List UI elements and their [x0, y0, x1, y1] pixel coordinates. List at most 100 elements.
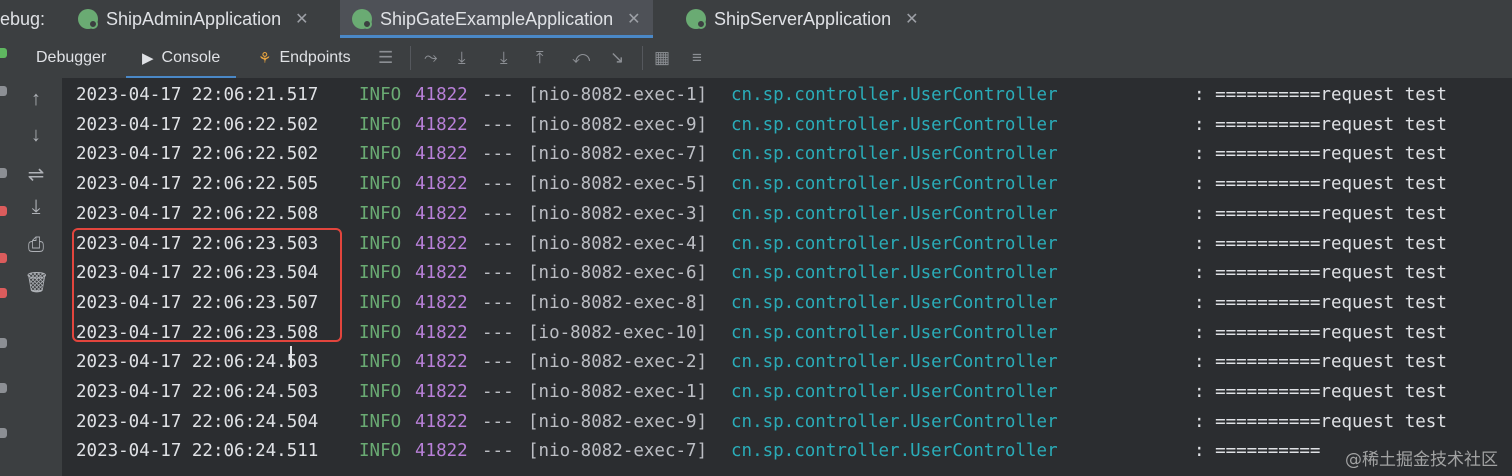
- tab-label: ShipServerApplication: [714, 8, 892, 29]
- log-separator: ---: [482, 352, 514, 373]
- log-thread: [nio-8082-exec-9]: [528, 114, 708, 135]
- log-logger: cn.sp.controller.UserController: [731, 174, 1058, 195]
- log-message: : ==========request test: [1194, 174, 1447, 195]
- log-level: INFO: [359, 174, 402, 195]
- left-gutter: [0, 38, 10, 476]
- stop-icon[interactable]: [0, 206, 7, 216]
- tab-endpoints[interactable]: ⚘ Endpoints: [258, 38, 351, 78]
- log-pid: 41822: [415, 441, 468, 462]
- step-over-icon[interactable]: ⤓: [458, 48, 466, 68]
- log-level: INFO: [359, 85, 402, 105]
- endpoints-icon: ⚘: [258, 50, 272, 67]
- close-icon[interactable]: ✕: [627, 9, 640, 29]
- log-logger: cn.sp.controller.UserController: [731, 382, 1058, 402]
- log-message: : ==========request test: [1194, 322, 1447, 343]
- log-logger: cn.sp.controller.UserController: [731, 263, 1058, 284]
- log-message: : ==========request test: [1194, 352, 1447, 373]
- log-timestamp: 2023-04-17 22:06:24.504: [76, 411, 319, 432]
- tab-ship-server-application[interactable]: ShipServerApplication ✕: [686, 0, 919, 38]
- tab-console[interactable]: ▶ Console: [126, 38, 237, 79]
- log-thread: [nio-8082-exec-5]: [528, 174, 708, 195]
- log-separator: ---: [482, 85, 514, 105]
- log-logger: cn.sp.controller.UserController: [731, 352, 1058, 373]
- layout-icon[interactable]: ☰: [378, 48, 393, 68]
- log-line: 2023-04-17 22:06:22.502 INFO 41822 --- [nio-…: [62, 111, 1512, 141]
- log-pid: 41822: [415, 263, 468, 284]
- tab-ship-gate-example-application[interactable]: ShipGateExampleApplication ✕: [340, 0, 653, 38]
- print-icon[interactable]: ⎙: [24, 234, 48, 257]
- evaluate-expression-icon[interactable]: ▦: [654, 48, 670, 68]
- log-logger: cn.sp.controller.UserController: [731, 144, 1058, 165]
- log-timestamp: 2023-04-17 22:06:22.502: [76, 114, 319, 135]
- log-separator: ---: [482, 292, 514, 313]
- log-thread: [nio-8082-exec-7]: [528, 441, 708, 462]
- arrow-down-icon[interactable]: ↓: [24, 124, 48, 147]
- log-separator: ---: [482, 441, 514, 462]
- log-thread: [nio-8082-exec-3]: [528, 203, 708, 224]
- log-line: 2023-04-17 22:06:24.503 INFO 41822 --- [nio-…: [62, 378, 1512, 408]
- log-logger: cn.sp.controller.UserController: [731, 292, 1058, 313]
- view-breakpoints-icon[interactable]: [0, 253, 7, 263]
- log-message: : ==========: [1194, 441, 1321, 462]
- tab-debugger[interactable]: Debugger: [36, 38, 106, 78]
- log-separator: ---: [482, 144, 514, 165]
- log-level: INFO: [359, 203, 402, 224]
- log-separator: ---: [482, 114, 514, 135]
- step-into-icon[interactable]: ⤓: [500, 48, 508, 68]
- log-line: 2023-04-17 22:06:22.508 INFO 41822 --- [nio-…: [62, 200, 1512, 230]
- log-pid: 41822: [415, 203, 468, 224]
- log-thread: [nio-8082-exec-1]: [528, 85, 708, 105]
- scroll-to-end-icon[interactable]: ⤓: [24, 196, 48, 219]
- mute-breakpoints-icon[interactable]: [0, 288, 7, 298]
- log-pid: 41822: [415, 233, 468, 254]
- log-pid: 41822: [415, 322, 468, 343]
- log-separator: ---: [482, 263, 514, 284]
- log-timestamp: 2023-04-17 22:06:22.508: [76, 203, 319, 224]
- log-level: INFO: [359, 114, 402, 135]
- arrow-up-icon[interactable]: ↑: [24, 88, 48, 111]
- log-separator: ---: [482, 174, 514, 195]
- pin-icon[interactable]: [0, 428, 7, 438]
- rerun-icon[interactable]: [0, 86, 7, 96]
- trash-icon[interactable]: 🗑: [24, 270, 49, 295]
- watermark: @稀土掘金技术社区: [1345, 450, 1498, 470]
- spring-boot-icon: [78, 9, 98, 29]
- pause-icon[interactable]: [0, 168, 7, 178]
- show-execution-point-icon[interactable]: ⤳: [424, 48, 438, 68]
- log-separator: ---: [482, 233, 514, 254]
- log-message: : ==========request test: [1194, 114, 1447, 135]
- log-timestamp: 2023-04-17 22:06:24.503: [76, 352, 319, 373]
- log-line: 2023-04-17 22:06:22.502 INFO 41822 --- [nio-…: [62, 140, 1512, 170]
- log-separator: ---: [482, 322, 514, 343]
- tab-label: ShipGateExampleApplication: [380, 8, 614, 29]
- log-timestamp: 2023-04-17 22:06:22.502: [76, 144, 319, 165]
- log-level: INFO: [359, 233, 402, 254]
- debug-tool-tabs: Debugger ▶ Console ⚘ Endpoints ☰ ⤳ ⤓ ⤓ ⤒…: [10, 38, 1512, 79]
- settings-icon[interactable]: [0, 383, 7, 393]
- log-thread: [nio-8082-exec-9]: [528, 411, 708, 432]
- close-icon[interactable]: ✕: [905, 9, 918, 29]
- step-out-icon[interactable]: ⤒: [536, 48, 544, 68]
- log-level: INFO: [359, 441, 402, 462]
- resume-icon[interactable]: [0, 48, 7, 58]
- tab-ship-admin-application[interactable]: ShipAdminApplication ✕: [78, 0, 309, 38]
- trace-icon[interactable]: ≡: [692, 48, 702, 68]
- log-logger: cn.sp.controller.UserController: [731, 441, 1058, 462]
- log-message: : ==========request test: [1194, 263, 1447, 284]
- tab-label: ShipAdminApplication: [106, 8, 282, 29]
- log-message: : ==========request test: [1194, 144, 1447, 165]
- tab-console-label: Console: [161, 49, 221, 66]
- toolbar-separator: [410, 46, 411, 70]
- run-to-cursor-icon[interactable]: ↘: [610, 48, 624, 68]
- log-pid: 41822: [415, 411, 468, 432]
- camera-icon[interactable]: [0, 338, 7, 348]
- drop-frame-icon[interactable]: ⤺: [572, 48, 590, 68]
- log-pid: 41822: [415, 382, 468, 402]
- tab-endpoints-label: Endpoints: [279, 49, 351, 66]
- soft-wrap-icon[interactable]: ⇌: [24, 162, 48, 187]
- log-line: 2023-04-17 22:06:22.505 INFO 41822 --- [nio-…: [62, 170, 1512, 200]
- close-icon[interactable]: ✕: [295, 9, 308, 29]
- log-pid: 41822: [415, 114, 468, 135]
- spring-boot-icon: [352, 9, 372, 29]
- log-logger: cn.sp.controller.UserController: [731, 203, 1058, 224]
